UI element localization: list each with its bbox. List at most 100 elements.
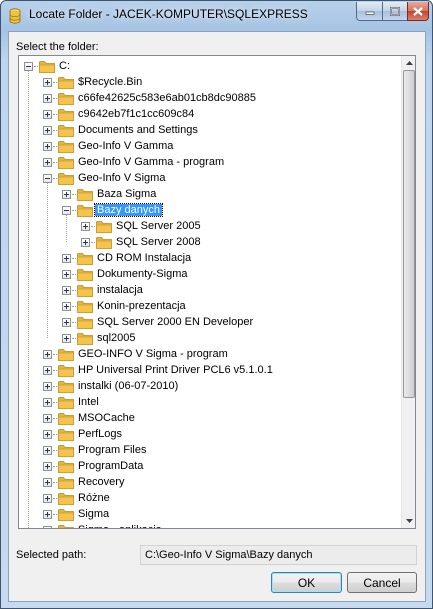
collapse-icon[interactable] (43, 174, 52, 183)
tree-item-label: SQL Server 2000 EN Developer (97, 316, 254, 328)
expand-icon[interactable] (43, 494, 52, 503)
tree-item[interactable]: Bazy danych (19, 202, 400, 218)
tree-item-label: Recovery (78, 476, 125, 488)
expand-icon[interactable] (43, 462, 52, 471)
expand-icon[interactable] (43, 158, 52, 167)
tree-item[interactable]: HP Universal Print Driver PCL6 v5.1.0.1 (19, 362, 400, 378)
folder-icon (58, 348, 74, 361)
tree-item[interactable]: sql2005 (19, 330, 400, 346)
folder-icon (77, 268, 93, 281)
tree-item[interactable]: MSOCache (19, 410, 400, 426)
expand-icon[interactable] (43, 398, 52, 407)
expand-icon[interactable] (43, 446, 52, 455)
tree-item[interactable]: Recovery (19, 474, 400, 490)
tree-item-label: SQL Server 2005 (116, 220, 201, 232)
scroll-down-button[interactable] (402, 514, 415, 528)
tree-item-label: Różne (78, 492, 110, 504)
folder-icon (39, 60, 55, 73)
expand-icon[interactable] (81, 238, 90, 247)
tree-item-label: CD ROM Instalacja (97, 252, 192, 264)
minimize-icon (365, 11, 374, 15)
tree-item-label: Geo-Info V Gamma (78, 140, 174, 152)
expand-icon[interactable] (43, 366, 52, 375)
tree-item[interactable]: Intel (19, 394, 400, 410)
expand-icon[interactable] (62, 270, 71, 279)
tree-item[interactable]: c66fe42625c583e6ab01cb8dc90885 (19, 90, 400, 106)
tree-item[interactable]: Konin-prezentacja (19, 298, 400, 314)
expand-icon[interactable] (43, 110, 52, 119)
tree-item[interactable]: Geo-Info V Gamma (19, 138, 400, 154)
folder-icon (77, 188, 93, 201)
tree-item-label: c66fe42625c583e6ab01cb8dc90885 (78, 92, 256, 104)
tree-item[interactable]: ProgramData (19, 458, 400, 474)
tree-item[interactable]: SQL Server 2005 (19, 218, 400, 234)
expand-icon[interactable] (43, 478, 52, 487)
expand-icon[interactable] (43, 430, 52, 439)
expand-icon[interactable] (62, 334, 71, 343)
tree-item[interactable]: Sigma - aplikacja (19, 522, 400, 528)
expand-icon[interactable] (43, 414, 52, 423)
collapse-icon[interactable] (62, 206, 71, 215)
folder-icon (77, 284, 93, 297)
tree-item[interactable]: instalki (06-07-2010) (19, 378, 400, 394)
expand-icon[interactable] (43, 142, 52, 151)
tree-item-label: c9642eb7f1c1cc609c84 (78, 108, 195, 120)
tree-item-label: Documents and Settings (78, 124, 198, 136)
close-icon (413, 6, 423, 16)
close-button[interactable] (407, 2, 429, 21)
tree-item-label: Program Files (78, 444, 147, 456)
scroll-up-button[interactable] (402, 56, 415, 70)
expand-icon[interactable] (62, 190, 71, 199)
selected-path-field[interactable]: C:\Geo-Info V Sigma\Bazy danych (140, 545, 417, 565)
tree-item[interactable]: Baza Sigma (19, 186, 400, 202)
folder-icon (58, 172, 74, 185)
expand-icon[interactable] (62, 286, 71, 295)
tree-item[interactable]: PerfLogs (19, 426, 400, 442)
folder-icon (58, 460, 74, 473)
folder-tree-content: C: $Recycle.Bin c66fe42625c583e6ab01cb8dc9… (19, 56, 400, 528)
folder-tree[interactable]: C: $Recycle.Bin c66fe42625c583e6ab01cb8dc9… (18, 55, 416, 529)
folder-icon (58, 444, 74, 457)
tree-item[interactable]: CD ROM Instalacja (19, 250, 400, 266)
collapse-icon[interactable] (24, 62, 33, 71)
tree-item[interactable]: Geo-Info V Sigma (19, 170, 400, 186)
expand-icon[interactable] (43, 526, 52, 528)
minimize-button[interactable] (356, 2, 383, 21)
expand-icon[interactable] (43, 78, 52, 87)
dialog-body: Select the folder: C: $Recycle.Bin c66fe42… (8, 31, 426, 602)
maximize-button[interactable] (382, 2, 408, 21)
tree-item[interactable]: Program Files (19, 442, 400, 458)
expand-icon[interactable] (62, 318, 71, 327)
tree-item[interactable]: Różne (19, 490, 400, 506)
tree-item[interactable]: C: (19, 58, 400, 74)
tree-item[interactable]: Documents and Settings (19, 122, 400, 138)
vertical-scrollbar[interactable] (401, 56, 415, 528)
cancel-button[interactable]: Cancel (347, 572, 417, 593)
folder-icon (58, 508, 74, 521)
locate-folder-window: Locate Folder - JACEK-KOMPUTER\SQLEXPRES… (0, 0, 433, 609)
folder-icon (77, 300, 93, 313)
expand-icon[interactable] (43, 126, 52, 135)
tree-item[interactable]: Dokumenty-Sigma (19, 266, 400, 282)
expand-icon[interactable] (81, 222, 90, 231)
expand-icon[interactable] (43, 382, 52, 391)
tree-item[interactable]: Sigma (19, 506, 400, 522)
expand-icon[interactable] (43, 350, 52, 359)
select-folder-label: Select the folder: (16, 41, 99, 53)
expand-icon[interactable] (43, 510, 52, 519)
tree-item[interactable]: SQL Server 2008 (19, 234, 400, 250)
ok-button[interactable]: OK (271, 572, 342, 593)
tree-item[interactable]: GEO-INFO V Sigma - program (19, 346, 400, 362)
tree-item[interactable]: Geo-Info V Gamma - program (19, 154, 400, 170)
folder-icon (58, 492, 74, 505)
tree-item[interactable]: $Recycle.Bin (19, 74, 400, 90)
tree-item-label: Dokumenty-Sigma (97, 268, 188, 280)
expand-icon[interactable] (62, 254, 71, 263)
tree-item[interactable]: c9642eb7f1c1cc609c84 (19, 106, 400, 122)
tree-item[interactable]: instalacja (19, 282, 400, 298)
title-bar[interactable]: Locate Folder - JACEK-KOMPUTER\SQLEXPRES… (1, 1, 432, 29)
expand-icon[interactable] (43, 94, 52, 103)
expand-icon[interactable] (62, 302, 71, 311)
scroll-thumb[interactable] (403, 70, 415, 398)
tree-item[interactable]: SQL Server 2000 EN Developer (19, 314, 400, 330)
